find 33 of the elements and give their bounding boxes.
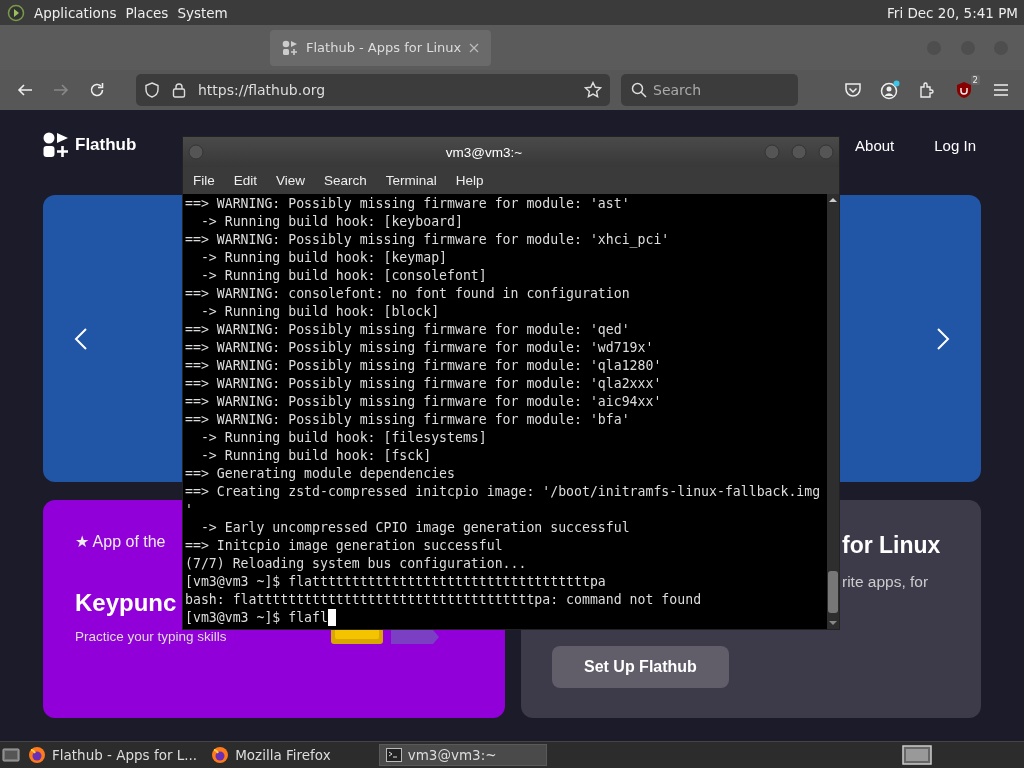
- terminal-line: ==> Generating module dependencies: [185, 465, 456, 483]
- terminal-prompt: [vm3@vm3 ~]$ flafl: [185, 609, 328, 627]
- tab-title: Flathub - Apps for Linux: [306, 40, 462, 55]
- terminal-line: ==> WARNING: consolefont: no font found in configuration: [185, 285, 631, 303]
- terminal-line: ==> WARNING: Possibly missing firmware for module: 'qla2xxx': [185, 375, 663, 393]
- app-name: Keypunc: [75, 589, 177, 617]
- terminal-line: -> Running build hook: [keyboard]: [199, 213, 464, 231]
- terminal-line: -> Running build hook: [block]: [199, 303, 441, 321]
- terminal-line: ==> WARNING: Possibly missing firmware for module: 'ast': [185, 195, 631, 213]
- app-summary: Practice your typing skills: [75, 629, 227, 644]
- terminal-line: -> Running build hook: [fsck]: [199, 447, 433, 465]
- terminal-line: -> Running build hook: [consolefont]: [199, 267, 488, 285]
- terminal-line: -> Early uncompressed CPIO image generation successful: [199, 519, 631, 537]
- window-title: vm3@vm3:~: [444, 144, 524, 160]
- terminal-line: -> Running build hook: [keymap]: [199, 249, 448, 267]
- terminal-line: ': [185, 501, 194, 519]
- terminal-line: ==> WARNING: Possibly missing firmware for module: 'qed': [185, 321, 631, 339]
- setup-title: for Linux: [842, 532, 941, 559]
- terminal-line: ==> WARNING: Possibly missing firmware for module: 'aic94xx': [185, 393, 663, 411]
- terminal-line: [vm3@vm3 ~]$ flatttttttttttttttttttttttttttttttttttpa: [185, 573, 607, 591]
- terminal-line: bash: flatttttttttttttttttttttttttttttttttttpa: command not found: [185, 591, 703, 609]
- terminal-line: -> Running build hook: [filesystems]: [199, 429, 488, 447]
- setup-description: rite apps, for: [842, 573, 929, 591]
- terminal-line: ==> WARNING: Possibly missing firmware for module: 'qla1280': [185, 357, 663, 375]
- terminal-line: ==> Creating zstd-compressed initcpio image: '/boot/initramfs-linux-fallback.img: [185, 483, 822, 501]
- terminal-line: (7/7) Reloading system bus configuration...: [185, 555, 528, 573]
- notification-badge: 2: [970, 75, 980, 85]
- terminal-line: ==> WARNING: Possibly missing firmware for module: 'wd719x': [185, 339, 655, 357]
- terminal-line: ==> Initcpio image generation successful: [185, 537, 504, 555]
- terminal-line: ==> WARNING: Possibly missing firmware for module: 'bfa': [185, 411, 631, 429]
- app-of-the-day-label: ★ App of the: [75, 532, 166, 551]
- url-text: https://flathub.org: [198, 82, 326, 98]
- terminal-line: ==> WARNING: Possibly missing firmware for module: 'xhci_pci': [185, 231, 671, 249]
